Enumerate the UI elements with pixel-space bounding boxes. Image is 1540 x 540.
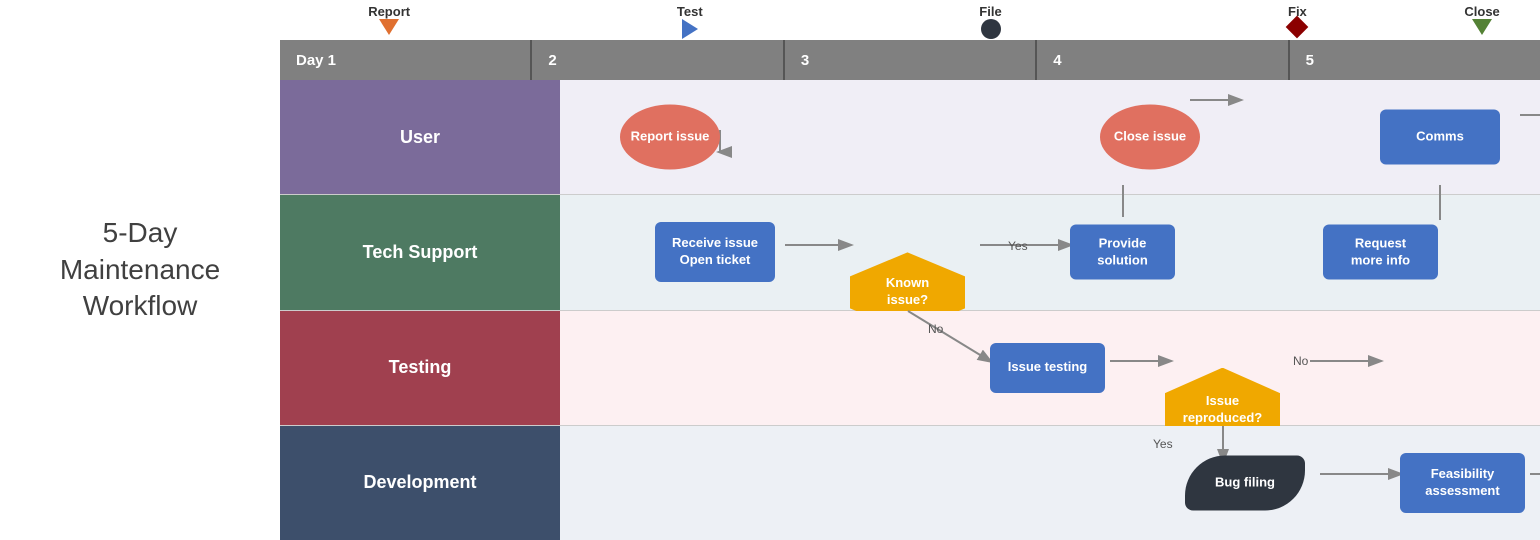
days-bar: Day 1 2 3 4 5 <box>280 40 1540 80</box>
milestone-file-label: File <box>979 4 1001 19</box>
day-5: 5 <box>1290 40 1540 80</box>
techsupport-lane-label: Tech Support <box>280 195 560 309</box>
no-label-reproduced: No <box>1293 354 1308 368</box>
day-1: Day 1 <box>280 40 532 80</box>
milestone-close-label: Close <box>1464 4 1499 19</box>
techsupport-lane-content: Receive issueOpen ticket Knownissue? Yes… <box>560 195 1540 309</box>
bug-filing-node: Bug filing <box>1185 455 1305 510</box>
testing-lane-content: No Issue testing Issuereproduced? No Res… <box>560 311 1540 425</box>
timeline-header: Report Test File Fix <box>280 0 1540 80</box>
milestone-report-label: Report <box>368 4 410 19</box>
techsupport-lane: Tech Support <box>280 195 1540 310</box>
title-panel: 5-Day MaintenanceWorkflow <box>0 0 280 540</box>
no-label-known: No <box>928 322 943 336</box>
milestone-test-label: Test <box>677 4 703 19</box>
day-2: 2 <box>532 40 784 80</box>
test-marker <box>682 19 698 39</box>
yes-label-known: Yes <box>1008 239 1028 253</box>
close-issue-1-node: Close issue <box>1100 105 1200 170</box>
workflow-area: Report Test File Fix <box>280 0 1540 540</box>
close-marker <box>1472 19 1492 35</box>
development-lane-content: Yes Bug filing Feasibilityassessment Fix… <box>560 426 1540 540</box>
user-lane-label: User <box>280 80 560 194</box>
report-marker <box>379 19 399 35</box>
development-lane-label: Development <box>280 426 560 540</box>
development-lane: Development <box>280 426 1540 540</box>
user-lane-content: Report issue Close issue Comms Close iss… <box>560 80 1540 194</box>
yes-label-reproduced: Yes <box>1153 437 1173 451</box>
development-connectors <box>560 426 1540 540</box>
main-container: 5-Day MaintenanceWorkflow Report Test F <box>0 0 1540 540</box>
comms-node: Comms <box>1380 110 1500 165</box>
report-issue-node: Report issue <box>620 105 720 170</box>
day-4: 4 <box>1037 40 1289 80</box>
user-lane: User <box>280 80 1540 195</box>
swim-lanes: User <box>280 80 1540 540</box>
provide-solution-node: Providesolution <box>1070 225 1175 280</box>
page-title: 5-Day MaintenanceWorkflow <box>20 215 260 324</box>
request-more-info-node: Requestmore info <box>1323 225 1438 280</box>
issue-testing-node: Issue testing <box>990 343 1105 393</box>
day-3: 3 <box>785 40 1037 80</box>
receive-issue-node: Receive issueOpen ticket <box>655 222 775 282</box>
fix-marker <box>1286 16 1309 39</box>
testing-lane: Testing <box>280 311 1540 426</box>
file-marker <box>981 19 1001 39</box>
testing-lane-label: Testing <box>280 311 560 425</box>
feasibility-node: Feasibilityassessment <box>1400 453 1525 513</box>
